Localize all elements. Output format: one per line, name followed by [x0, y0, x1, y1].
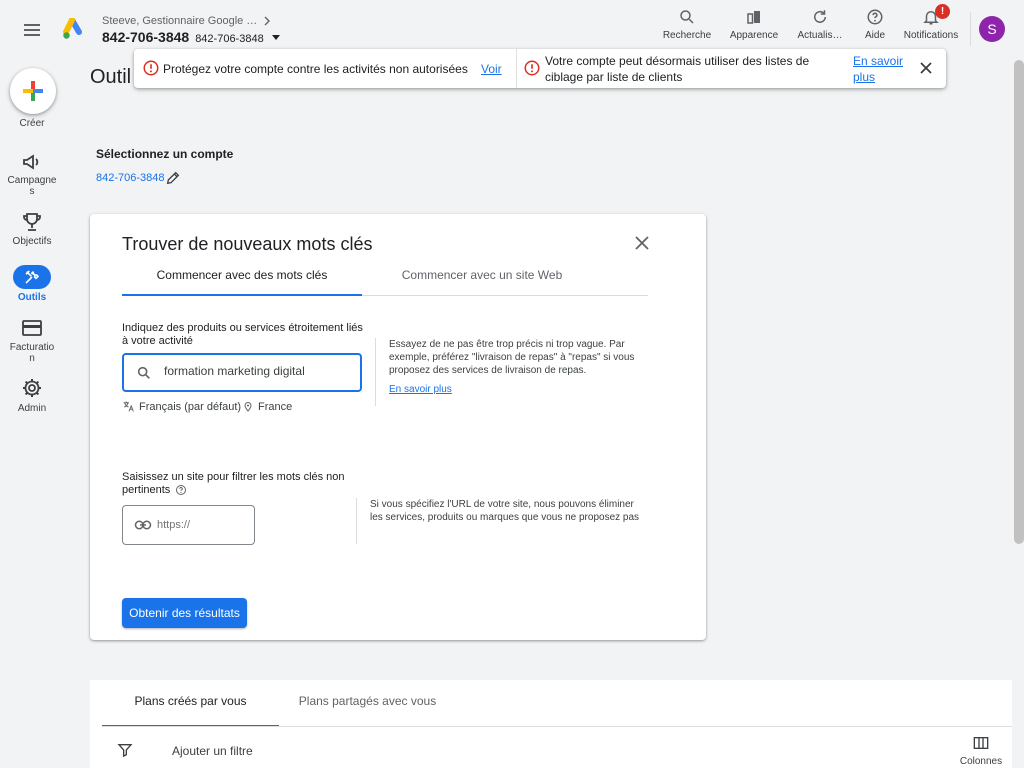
pencil-icon[interactable] [165, 170, 181, 186]
create-button[interactable] [10, 68, 56, 114]
translate-icon [122, 400, 135, 413]
account-switcher[interactable]: 842-706-3848 842-706-3848 [102, 29, 280, 45]
banner-divider [516, 49, 517, 88]
caret-down-icon [271, 35, 280, 40]
credit-card-icon[interactable] [20, 316, 44, 340]
sidebar-item-campaigns-label[interactable]: Campagne s [0, 175, 64, 197]
add-filter-button[interactable]: Ajouter un filtre [172, 744, 253, 758]
banner-message-security: Protégez votre compte contre les activit… [163, 62, 468, 76]
google-ads-logo-icon[interactable] [63, 18, 87, 40]
sidebar-item-tools[interactable] [13, 265, 51, 289]
tab-plans-shared[interactable]: Plans partagés avec vous [279, 694, 456, 727]
help-icon[interactable] [175, 484, 187, 496]
bell-icon [896, 8, 966, 26]
refresh-action-label: Actualis… [797, 30, 843, 41]
keyword-finder-card: Trouver de nouveaux mots clés Commencer … [90, 214, 706, 640]
notification-banner: Protégez votre compte contre les activit… [134, 49, 946, 88]
search-action[interactable]: Recherche [652, 8, 722, 41]
account-name-text: Steeve, Gestionnaire Google … [102, 15, 258, 27]
chevron-right-icon [263, 16, 271, 26]
search-icon [652, 8, 722, 26]
tab-plans-created[interactable]: Plans créés par vous [102, 694, 279, 727]
tab-start-with-website[interactable]: Commencer avec un site Web [362, 268, 602, 296]
location-label: France [258, 400, 293, 413]
card-title: Trouver de nouveaux mots clés [122, 234, 373, 254]
account-id-secondary: 842-706-3848 [195, 33, 264, 45]
banner-learn-more-link[interactable]: En savoir plus [853, 53, 913, 85]
appearance-action[interactable]: Apparence [719, 8, 789, 41]
columns-label: Colonnes [959, 756, 1003, 767]
account-id: 842-706-3848 [102, 29, 190, 45]
plans-panel: Plans créés par vous Plans partagés avec… [90, 680, 1012, 768]
banner-view-link[interactable]: Voir [481, 62, 502, 76]
language-selector[interactable]: Français (par défaut) [122, 400, 241, 413]
megaphone-icon[interactable] [20, 150, 44, 174]
appearance-action-label: Apparence [729, 30, 779, 41]
header-divider [970, 12, 971, 46]
keyword-tabs: Commencer avec des mots clés Commencer a… [122, 260, 648, 296]
site-filter-label-text: Saisissez un site pour filtrer les mots … [122, 471, 345, 496]
page-scrollbar[interactable] [1014, 60, 1024, 544]
site-help: Si vous spécifiez l'URL de votre site, n… [356, 498, 641, 544]
sidebar-item-tools-label[interactable]: Outils [0, 292, 64, 303]
avatar[interactable]: S [979, 16, 1005, 42]
tab-start-with-keywords[interactable]: Commencer avec des mots clés [122, 268, 362, 296]
select-account-title: Sélectionnez un compte [96, 147, 234, 161]
close-icon[interactable] [919, 61, 933, 75]
error-icon [523, 59, 541, 77]
learn-more-link[interactable]: En savoir plus [389, 383, 643, 396]
site-help-text: Si vous spécifiez l'URL de votre site, n… [370, 499, 640, 523]
products-label: Indiquez des produits ou services étroit… [122, 322, 363, 347]
notifications-action-label: Notifications [903, 30, 959, 41]
notifications-action[interactable]: ! Notifications [896, 4, 966, 41]
banner-message-customer-lists: Votre compte peut désormais utiliser des… [545, 54, 810, 84]
columns-icon [950, 736, 1012, 750]
keyword-help-text: Essayez de ne pas être trop précis ni tr… [389, 339, 635, 376]
selected-account-link[interactable]: 842-706-3848 [96, 172, 165, 184]
hamburger-menu-icon[interactable] [20, 18, 44, 42]
plans-divider [102, 726, 1012, 727]
sidebar-item-admin-label[interactable]: Admin [0, 403, 64, 414]
search-action-label: Recherche [662, 30, 712, 41]
language-label: Français (par défaut) [139, 400, 242, 413]
appearance-icon [719, 8, 789, 26]
keyword-input[interactable] [164, 364, 354, 378]
get-results-button[interactable]: Obtenir des résultats [122, 598, 247, 628]
sidebar-item-billing-label[interactable]: Facturatio n [0, 342, 64, 364]
gear-icon[interactable] [20, 376, 44, 400]
location-pin-icon [242, 400, 254, 413]
site-url-input[interactable] [157, 519, 247, 531]
keyword-input-box[interactable] [122, 353, 362, 392]
site-url-input-box[interactable] [122, 505, 255, 545]
help-action-label: Aide [864, 30, 885, 41]
sidebar-item-goals-label[interactable]: Objectifs [0, 236, 64, 247]
error-icon [142, 59, 160, 77]
location-selector[interactable]: France [242, 400, 292, 413]
close-icon[interactable] [635, 236, 649, 250]
keyword-help: Essayez de ne pas être trop précis ni tr… [375, 338, 643, 406]
site-filter-label: Saisissez un site pour filtrer les mots … [122, 471, 352, 497]
trophy-icon[interactable] [20, 210, 44, 234]
notification-badge: ! [935, 4, 950, 19]
sidebar-item-create-label[interactable]: Créer [0, 118, 64, 129]
account-name[interactable]: Steeve, Gestionnaire Google … [102, 15, 271, 27]
columns-button[interactable]: Colonnes [950, 736, 1012, 767]
filter-icon[interactable] [117, 742, 133, 758]
